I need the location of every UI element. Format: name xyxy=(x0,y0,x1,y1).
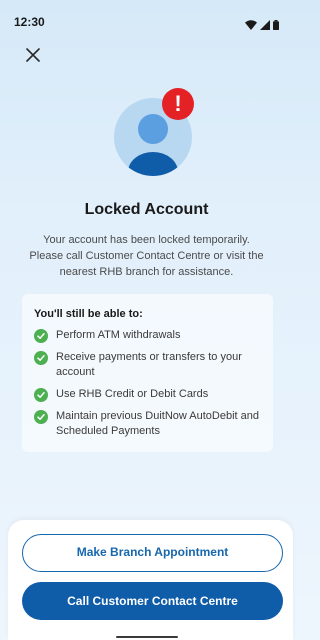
status-time: 12:30 xyxy=(14,15,45,29)
alert-badge: ! xyxy=(162,88,194,120)
list-item-label: Maintain previous DuitNow AutoDebit and … xyxy=(56,410,260,437)
allowed-actions-list: Perform ATM withdrawals Receive payments… xyxy=(34,328,261,439)
make-branch-appointment-button[interactable]: Make Branch Appointment xyxy=(22,534,283,572)
list-item: Receive payments or transfers to your ac… xyxy=(34,350,261,380)
status-bar: 12:30 xyxy=(0,0,293,42)
wifi-icon xyxy=(245,17,257,35)
list-item: Perform ATM withdrawals xyxy=(34,328,261,343)
signal-icon xyxy=(260,17,270,35)
check-circle-icon xyxy=(34,351,48,365)
close-button[interactable] xyxy=(24,47,42,67)
locked-account-illustration: ! xyxy=(110,88,196,180)
check-circle-icon xyxy=(34,388,48,402)
allowed-actions-card: You'll still be able to: Perform ATM wit… xyxy=(22,294,273,452)
call-customer-contact-centre-button[interactable]: Call Customer Contact Centre xyxy=(22,582,283,620)
status-icons xyxy=(245,14,279,35)
check-circle-icon xyxy=(34,410,48,424)
list-item: Use RHB Credit or Debit Cards xyxy=(34,387,261,402)
list-item: Maintain previous DuitNow AutoDebit and … xyxy=(34,409,261,439)
home-indicator[interactable] xyxy=(116,636,178,638)
list-item-label: Receive payments or transfers to your ac… xyxy=(56,351,242,378)
allowed-actions-heading: You'll still be able to: xyxy=(34,308,143,320)
lock-description: Your account has been locked temporarily… xyxy=(29,234,264,278)
battery-icon xyxy=(273,17,279,35)
list-item-label: Use RHB Credit or Debit Cards xyxy=(56,388,209,400)
close-icon xyxy=(26,47,40,67)
page-title: Locked Account xyxy=(84,201,209,218)
action-sheet: Make Branch Appointment Call Customer Co… xyxy=(8,520,293,640)
list-item-label: Perform ATM withdrawals xyxy=(56,329,181,341)
check-circle-icon xyxy=(34,329,48,343)
